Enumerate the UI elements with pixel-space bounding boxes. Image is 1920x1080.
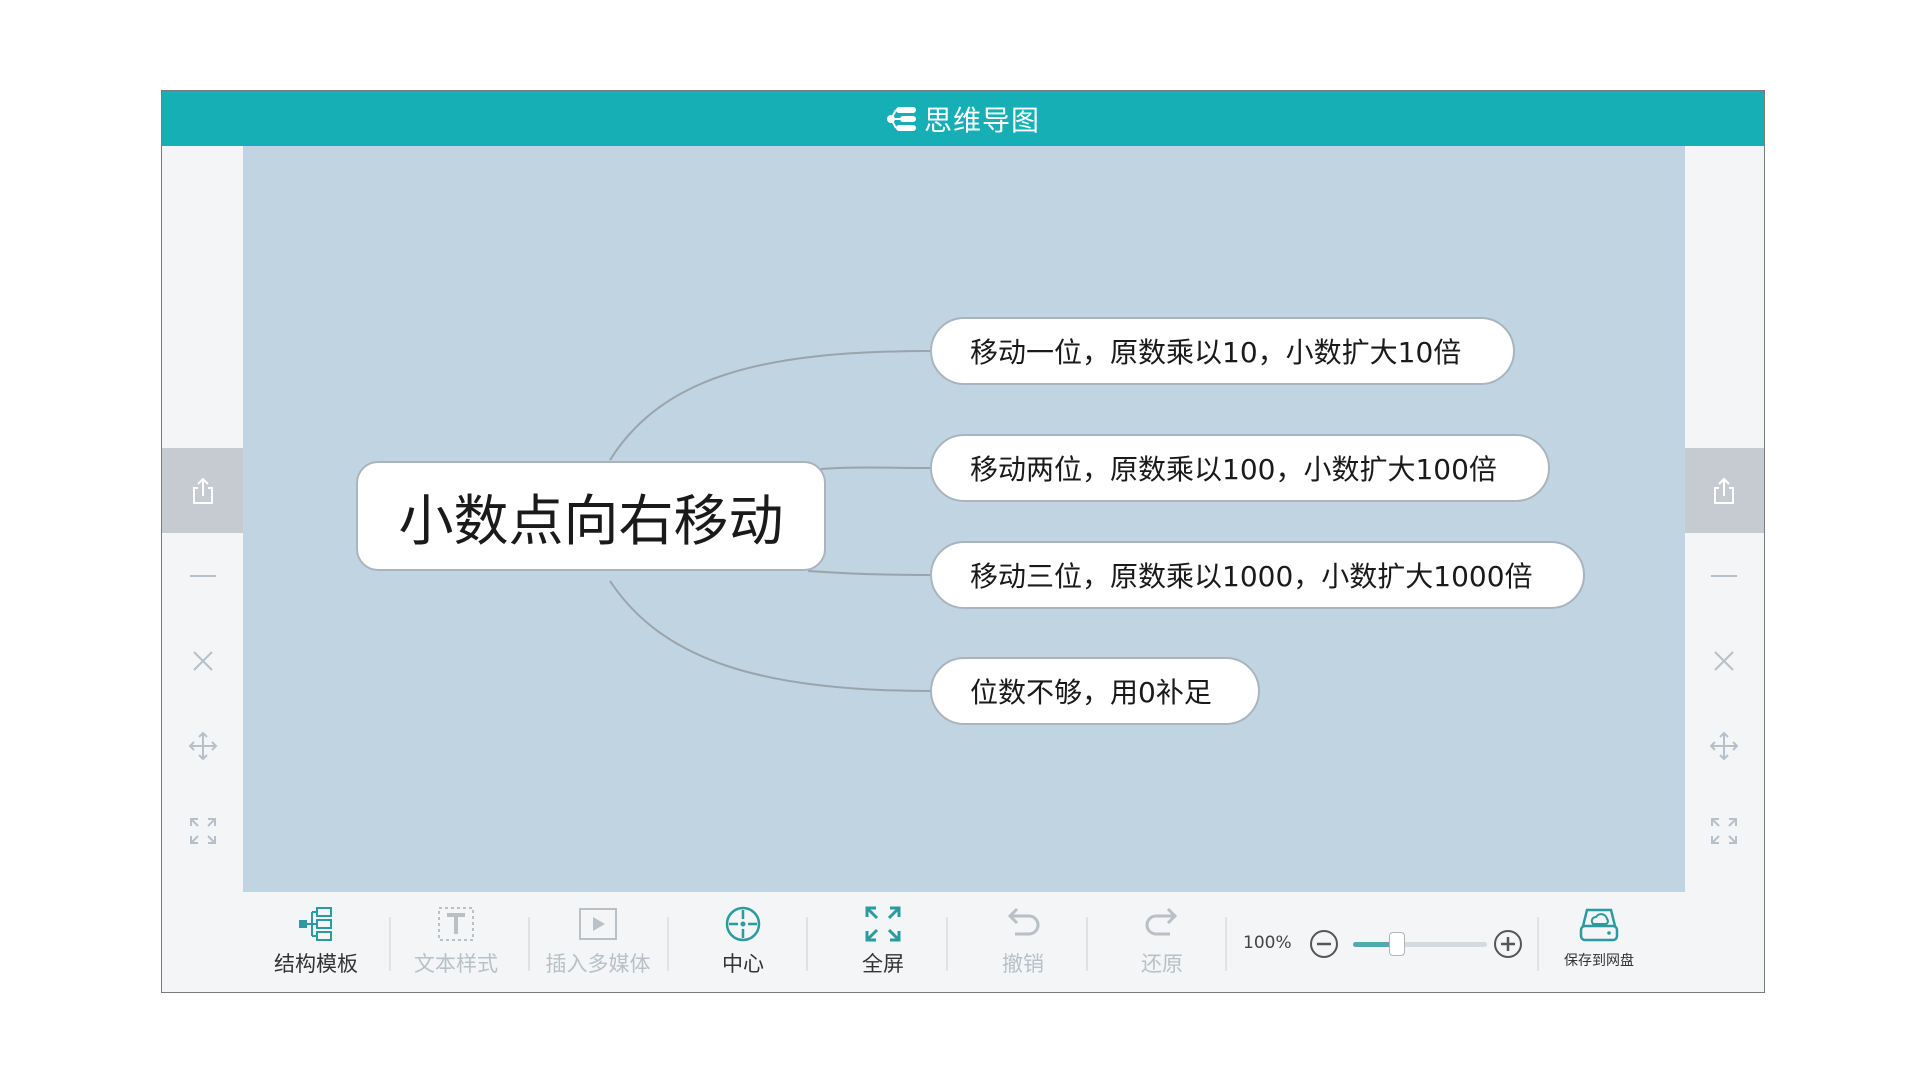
tool-label: 全屏 (862, 952, 904, 976)
move-button[interactable] (1683, 721, 1764, 771)
zoom-in-icon[interactable] (1493, 929, 1523, 959)
toolbar-divider (528, 917, 530, 971)
fullscreen-button[interactable]: 全屏 (833, 892, 933, 992)
fullscreen-icon (865, 906, 901, 942)
expand-icon (189, 818, 216, 844)
expand-button[interactable] (162, 806, 243, 856)
minimize-icon (1710, 575, 1737, 577)
bottom-toolbar: 结构模板 文本样式 插入多媒体 中心 全屏 撤销 还原 100% 保存到网盘 (243, 892, 1685, 992)
title-bar: 思维导图 (162, 91, 1764, 146)
app-title: 思维导图 (923, 103, 1040, 137)
share-icon (1713, 477, 1734, 504)
text-style-icon (438, 907, 474, 941)
move-icon (188, 731, 217, 761)
expand-button[interactable] (1683, 806, 1764, 856)
toolbar-divider (946, 917, 948, 971)
right-sidebar (1683, 146, 1764, 992)
mindmap-child-node[interactable]: 移动一位，原数乘以10，小数扩大10倍 (930, 317, 1515, 385)
structure-icon (299, 907, 332, 941)
move-button[interactable] (162, 721, 243, 771)
link-line (609, 350, 931, 461)
mindmap-child-node[interactable]: 位数不够，用0补足 (930, 657, 1260, 725)
zoom-out-icon[interactable] (1309, 929, 1339, 959)
link-line (807, 466, 931, 471)
redo-button[interactable]: 还原 (1112, 892, 1212, 992)
zoom-slider[interactable] (1353, 932, 1487, 956)
tool-label: 还原 (1141, 952, 1183, 976)
center-crosshair-icon (725, 906, 761, 942)
close-button[interactable] (162, 636, 243, 686)
close-icon (192, 651, 213, 671)
move-icon (1709, 731, 1738, 761)
cloud-drive-icon (1579, 908, 1619, 942)
tool-label: 撤销 (1002, 952, 1044, 976)
close-button[interactable] (1683, 636, 1764, 686)
left-sidebar (162, 146, 243, 992)
tool-label: 文本样式 (414, 952, 498, 976)
link-line (609, 580, 931, 692)
zoom-level-text: 100% (1243, 933, 1292, 953)
save-to-cloud-button[interactable]: 保存到网盘 (1543, 892, 1655, 992)
expand-icon (1710, 818, 1737, 844)
toolbar-divider (667, 917, 669, 971)
zoom-slider-thumb[interactable] (1389, 932, 1406, 956)
redo-icon (1145, 907, 1178, 936)
toolbar-divider (1225, 917, 1227, 971)
close-icon (1713, 651, 1734, 671)
structure-template-button[interactable]: 结构模板 (266, 892, 366, 992)
mindmap-child-node[interactable]: 移动两位，原数乘以100，小数扩大100倍 (930, 434, 1550, 502)
mindmap-window: 思维导图 小数点向右移动 移动一位，原数乘以10，小数扩大10倍 移动两位，原数… (161, 90, 1765, 993)
share-button[interactable] (162, 448, 243, 533)
minimize-icon (189, 575, 216, 577)
minimize-button[interactable] (162, 551, 243, 601)
mindmap-canvas[interactable]: 小数点向右移动 移动一位，原数乘以10，小数扩大10倍 移动两位，原数乘以100… (243, 146, 1685, 892)
tool-label: 保存到网盘 (1564, 953, 1634, 969)
mindmap-root-node[interactable]: 小数点向右移动 (356, 461, 826, 571)
text-style-button[interactable]: 文本样式 (398, 892, 514, 992)
mindmap-child-node[interactable]: 移动三位，原数乘以1000，小数扩大1000倍 (930, 541, 1585, 609)
toolbar-divider (806, 917, 808, 971)
media-play-icon (579, 908, 617, 940)
share-button[interactable] (1683, 448, 1764, 533)
tool-label: 插入多媒体 (545, 952, 651, 976)
mindmap-logo-icon (886, 106, 916, 131)
toolbar-divider (1086, 917, 1088, 971)
tool-label: 中心 (722, 952, 764, 976)
tool-label: 结构模板 (274, 952, 358, 976)
undo-icon (1007, 907, 1040, 936)
toolbar-divider (389, 917, 391, 971)
insert-media-button[interactable]: 插入多媒体 (533, 892, 663, 992)
center-button[interactable]: 中心 (693, 892, 793, 992)
minimize-button[interactable] (1683, 551, 1764, 601)
link-line (807, 570, 931, 576)
share-icon (192, 477, 213, 504)
toolbar-divider (1537, 917, 1539, 971)
undo-button[interactable]: 撤销 (973, 892, 1073, 992)
